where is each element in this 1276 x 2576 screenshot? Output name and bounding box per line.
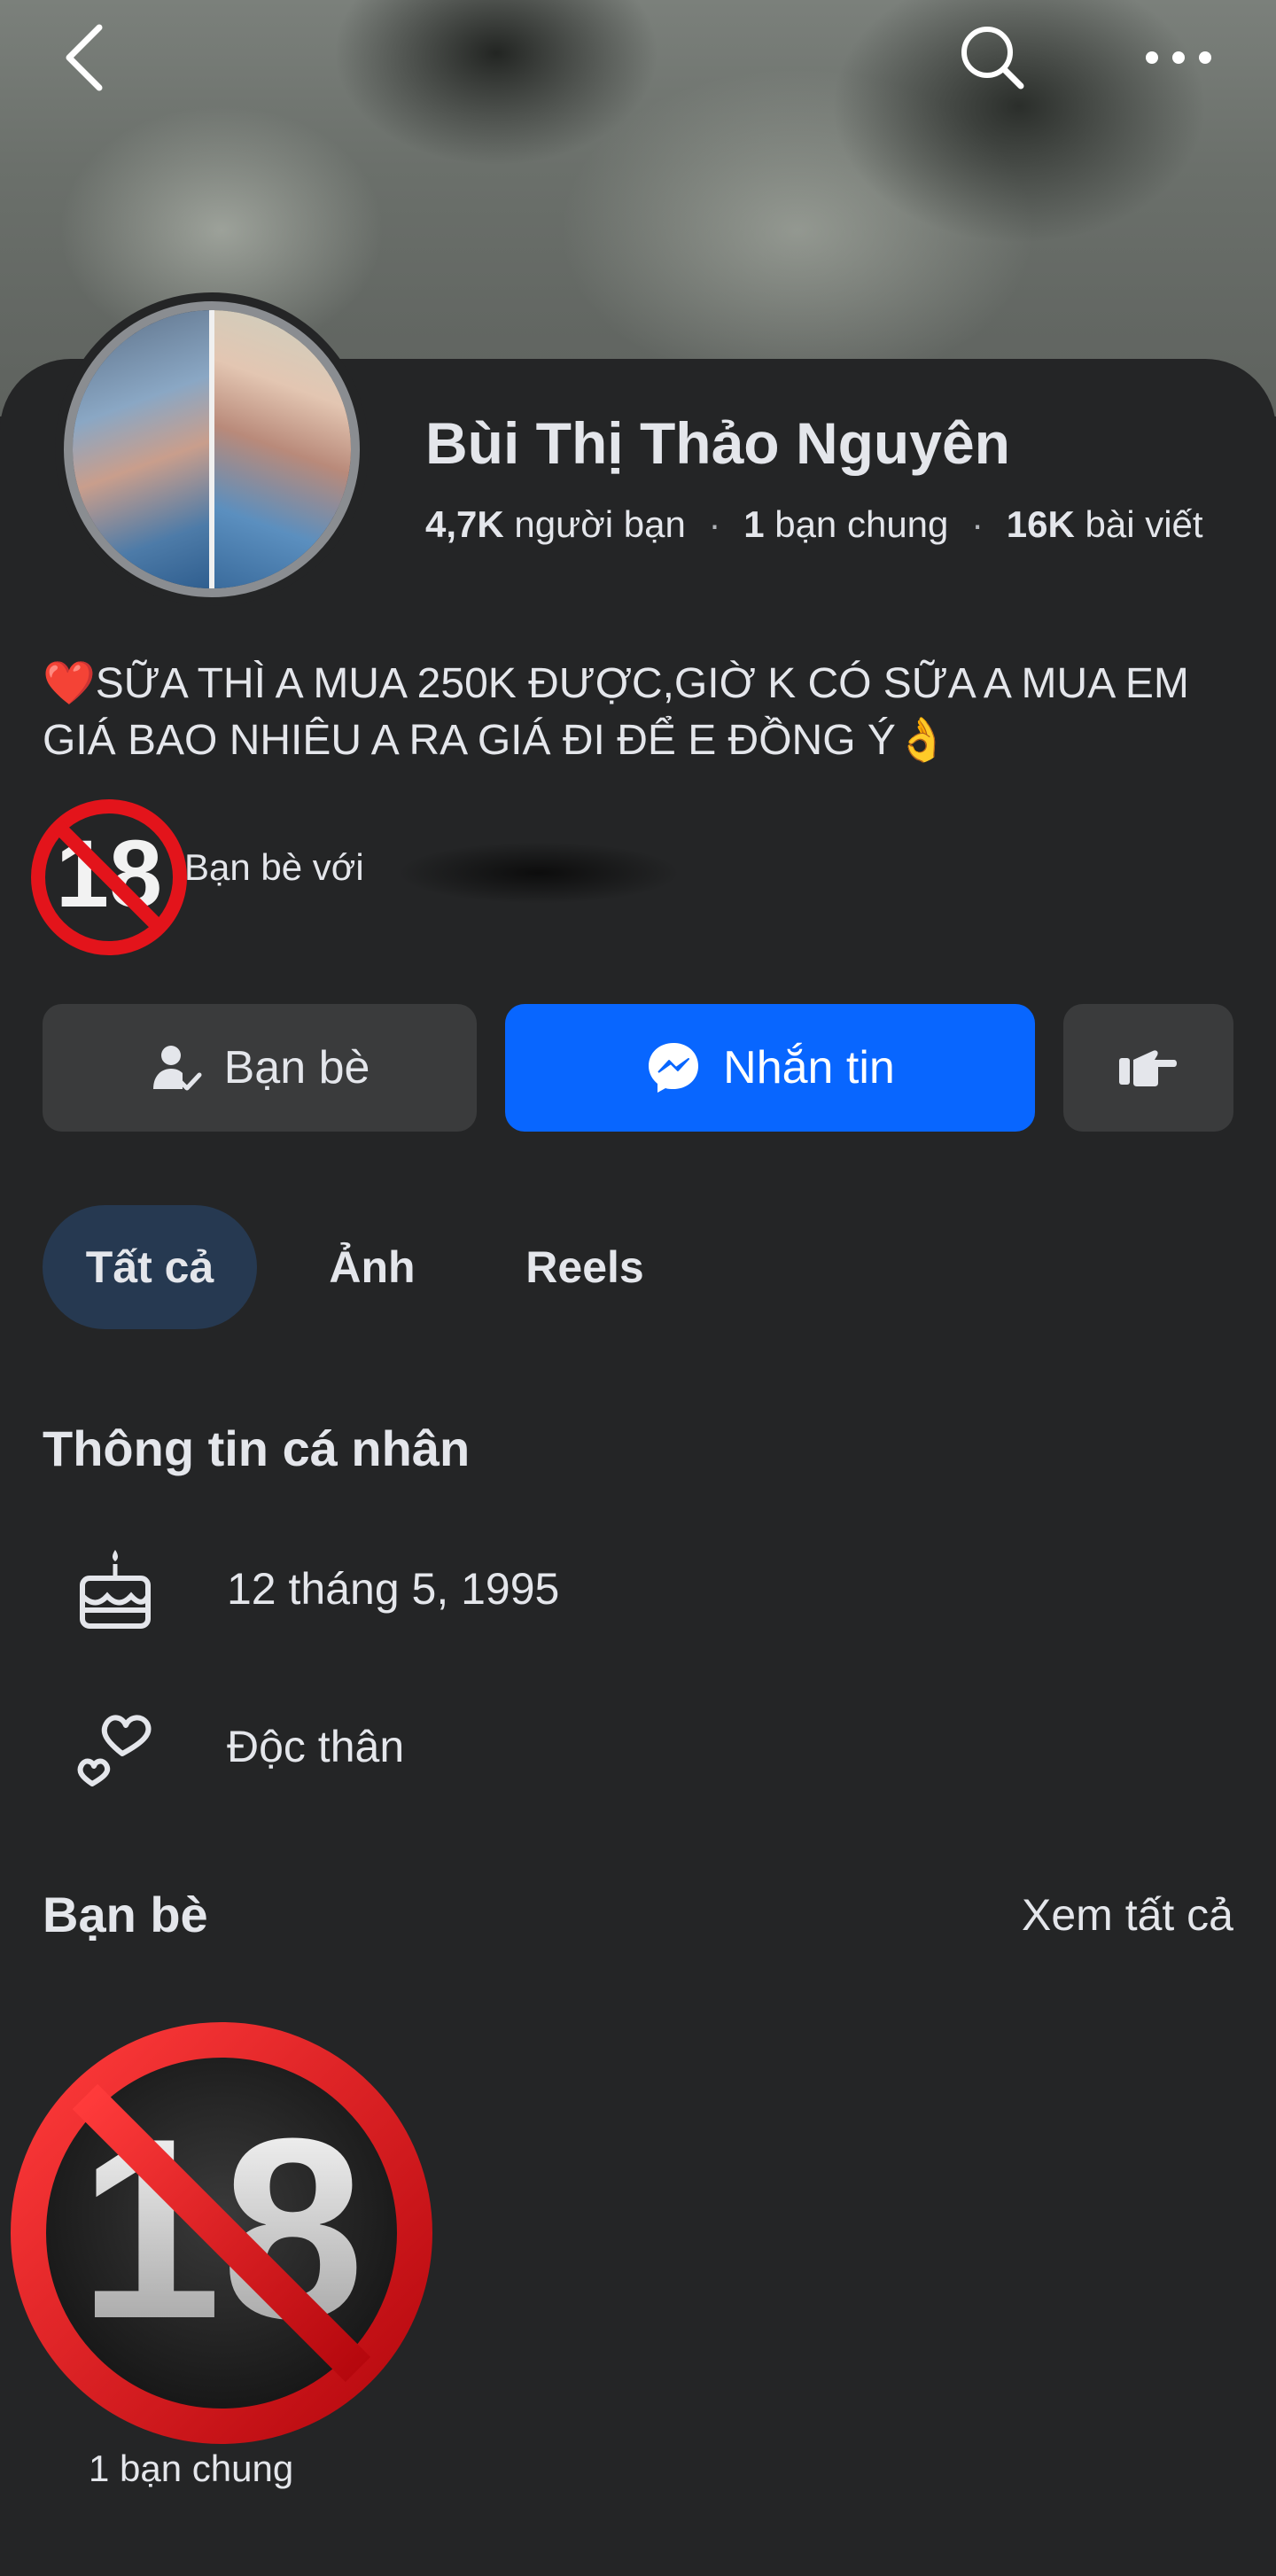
pointing-hand-icon [1119,1050,1177,1086]
separator-dot: · [971,503,984,545]
birthday-cake-icon [62,1540,168,1638]
tab-all[interactable]: Tất cả [43,1205,257,1329]
friends-label: người bạn [514,503,686,545]
back-button[interactable] [53,19,115,96]
posts-count: 16K [1006,503,1075,545]
birthday-text: 12 tháng 5, 1995 [227,1564,560,1614]
more-horizontal-icon [1146,51,1211,64]
friends-count: 4,7K [425,503,504,545]
messenger-icon [649,1043,699,1093]
censor-18-icon: 18 [11,2022,432,2444]
personal-info-title: Thông tin cá nhân [43,1420,471,1476]
message-button[interactable]: Nhắn tin [505,1004,1035,1132]
profile-bio: ❤️SỮA THÌ A MUA 250K ĐƯỢC,GIỜ K CÓ SỮA A… [43,660,1189,764]
chevron-left-icon [66,24,103,91]
search-button[interactable] [953,19,1032,96]
mutual-count: 1 [743,503,765,545]
friend-card-caption: 1 bạn chung [89,2448,294,2489]
poke-button[interactable] [1063,1004,1233,1132]
see-all-friends-link[interactable]: Xem tất cả [1022,1889,1233,1941]
mutual-friends-text: Bạn bè với [184,846,364,888]
friends-button-label: Bạn bè [223,1042,370,1093]
posts-label: bài viết [1085,503,1203,545]
friends-section-title: Bạn bè [43,1887,208,1942]
profile-stats: 4,7K người bạn · 1 bạn chung · 16K bài v… [425,503,1203,546]
more-options-button[interactable] [1139,19,1218,96]
mutual-friends-row[interactable]: Bạn bè với 18 [25,793,734,961]
tab-photos[interactable]: Ảnh [292,1205,452,1329]
mutual-label: bạn chung [774,503,949,545]
message-button-label: Nhắn tin [723,1042,895,1093]
friend-card[interactable]: 18 [0,2012,443,2455]
censor-18-icon: 18 [25,793,193,961]
friend-check-icon [152,1046,202,1091]
search-icon [961,27,1024,89]
info-row-relationship: Độc thân [0,1698,1276,1795]
info-row-birthday: 12 tháng 5, 1995 [0,1540,1276,1638]
separator-dot: · [708,503,721,545]
avatar-photo [64,301,360,597]
tab-reels[interactable]: Reels [496,1205,673,1329]
hearts-icon [62,1698,168,1795]
avatar[interactable] [55,292,369,606]
relationship-text: Độc thân [227,1722,405,1771]
friends-button[interactable]: Bạn bè [43,1004,477,1132]
profile-name: Bùi Thị Thảo Nguyên [425,410,1010,476]
blurred-name [397,842,681,904]
